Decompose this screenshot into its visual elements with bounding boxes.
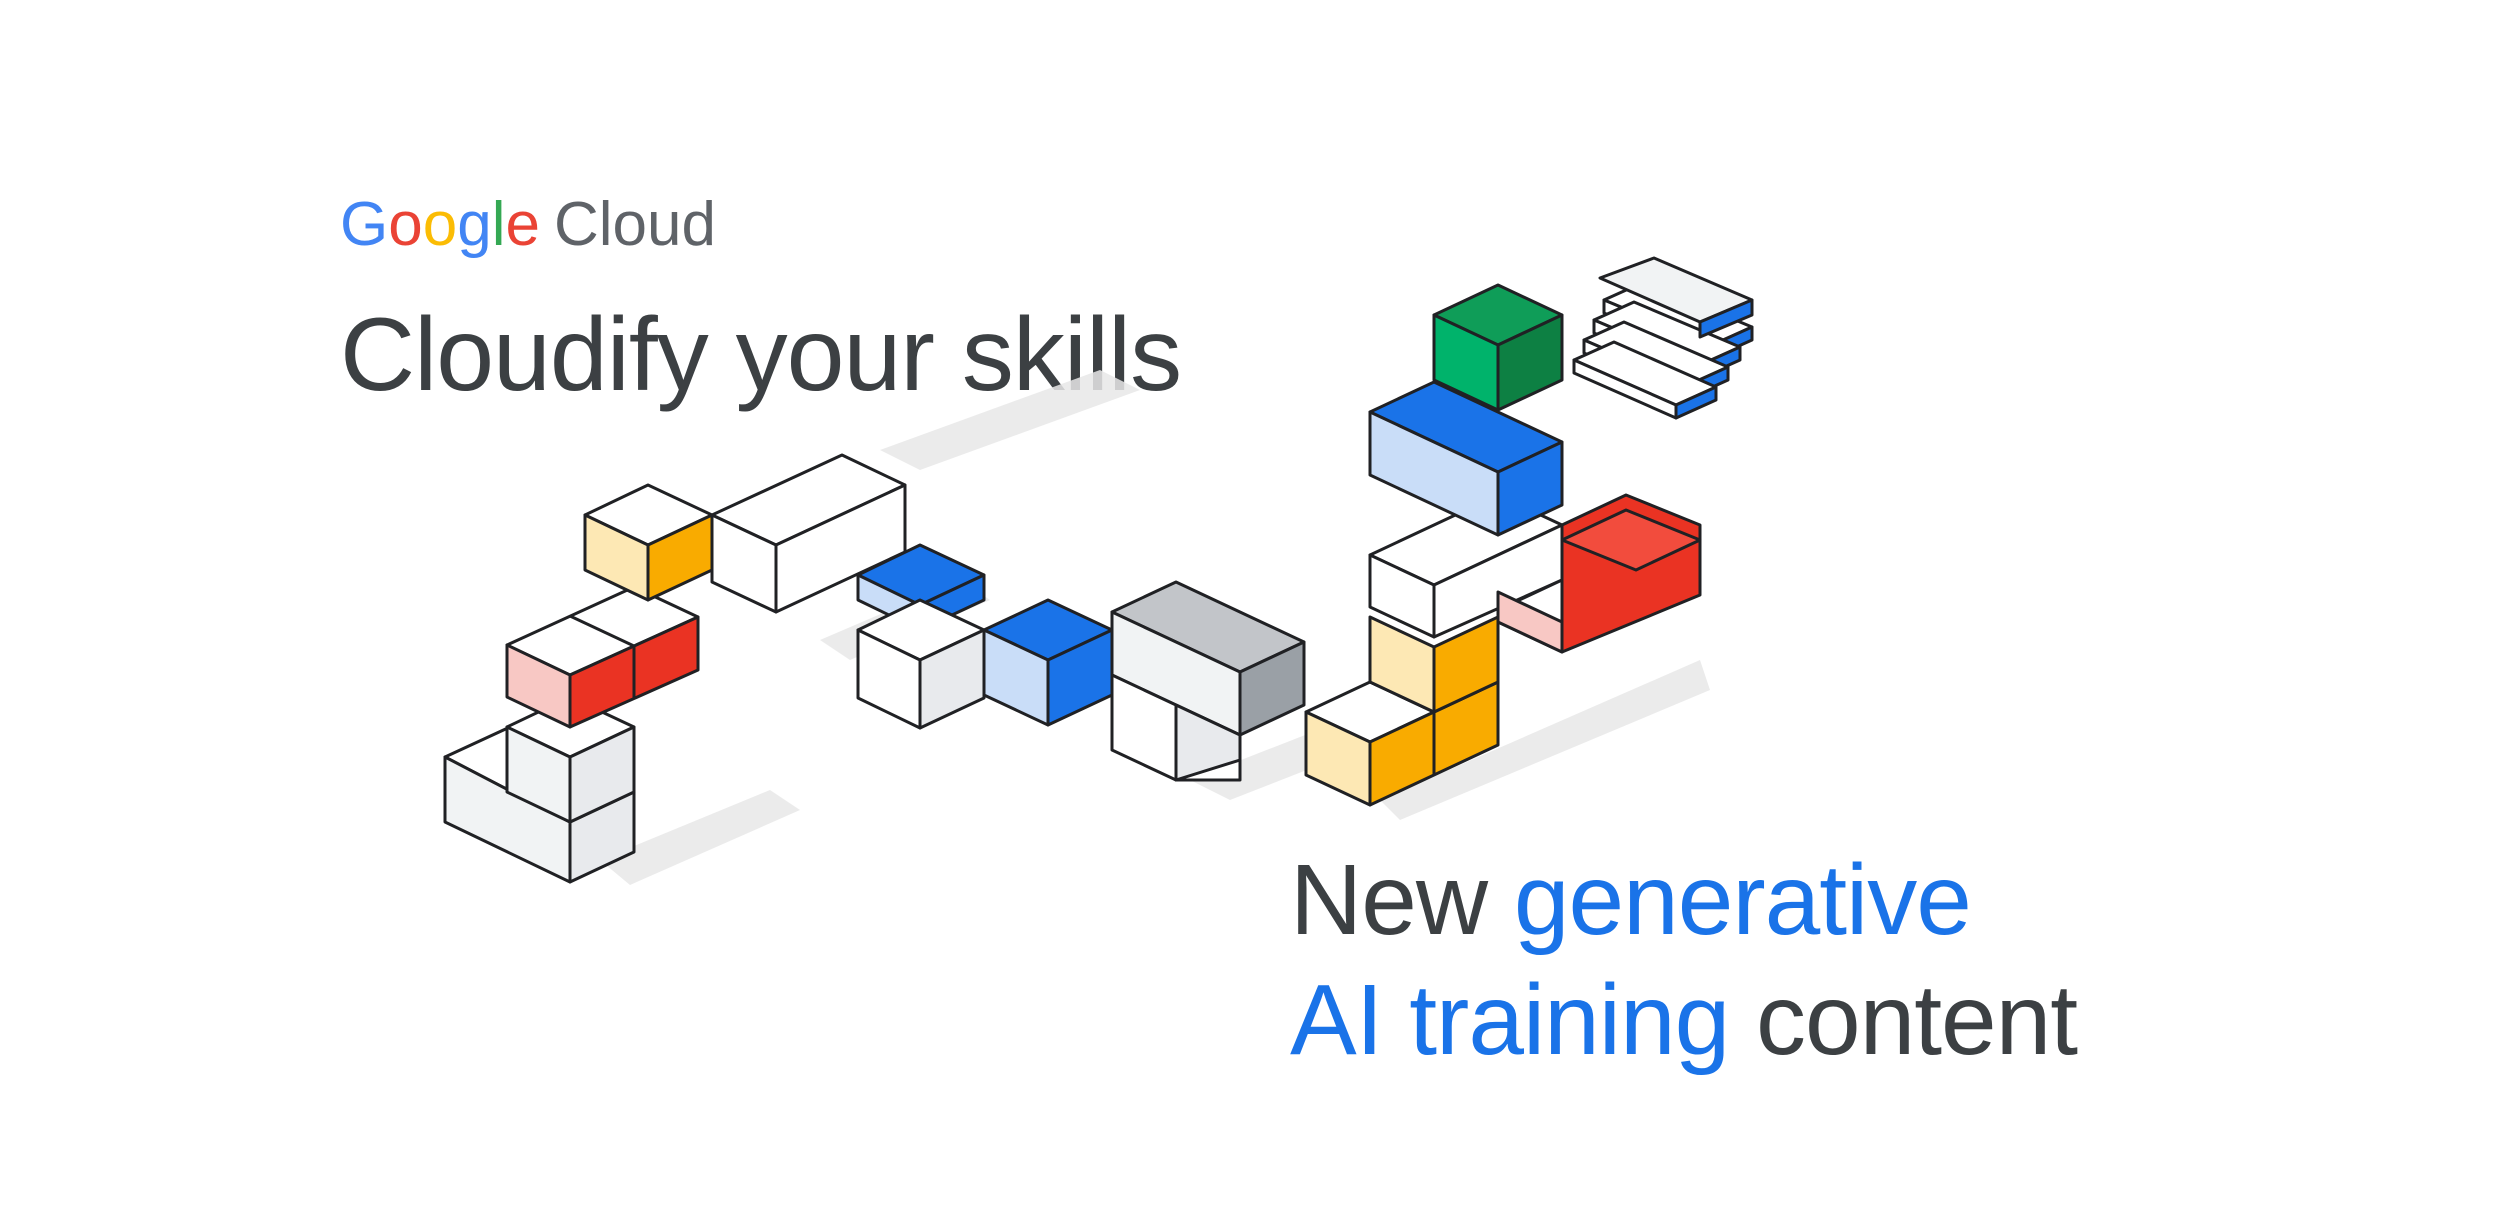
tagline-accent-text: generative bbox=[1513, 844, 1972, 956]
tagline-line-2: AI training content bbox=[1290, 960, 2078, 1080]
tagline-plain-text: content bbox=[1756, 964, 2078, 1076]
tagline: New generative AI training content bbox=[1290, 840, 2078, 1080]
isometric-cube-staircase-illustration bbox=[443, 256, 1754, 885]
tagline-line-1: New generative bbox=[1290, 840, 2077, 960]
red-block bbox=[505, 585, 700, 729]
blocks bbox=[443, 256, 1754, 884]
tagline-accent-text: AI training bbox=[1290, 964, 1730, 1076]
white-cube-middle bbox=[856, 598, 986, 730]
tagline-plain-text: New bbox=[1290, 844, 1488, 956]
blue-long-block bbox=[1368, 380, 1564, 537]
yellow-block bbox=[583, 483, 714, 602]
blue-cube bbox=[982, 598, 1114, 727]
staircase bbox=[1572, 256, 1754, 420]
